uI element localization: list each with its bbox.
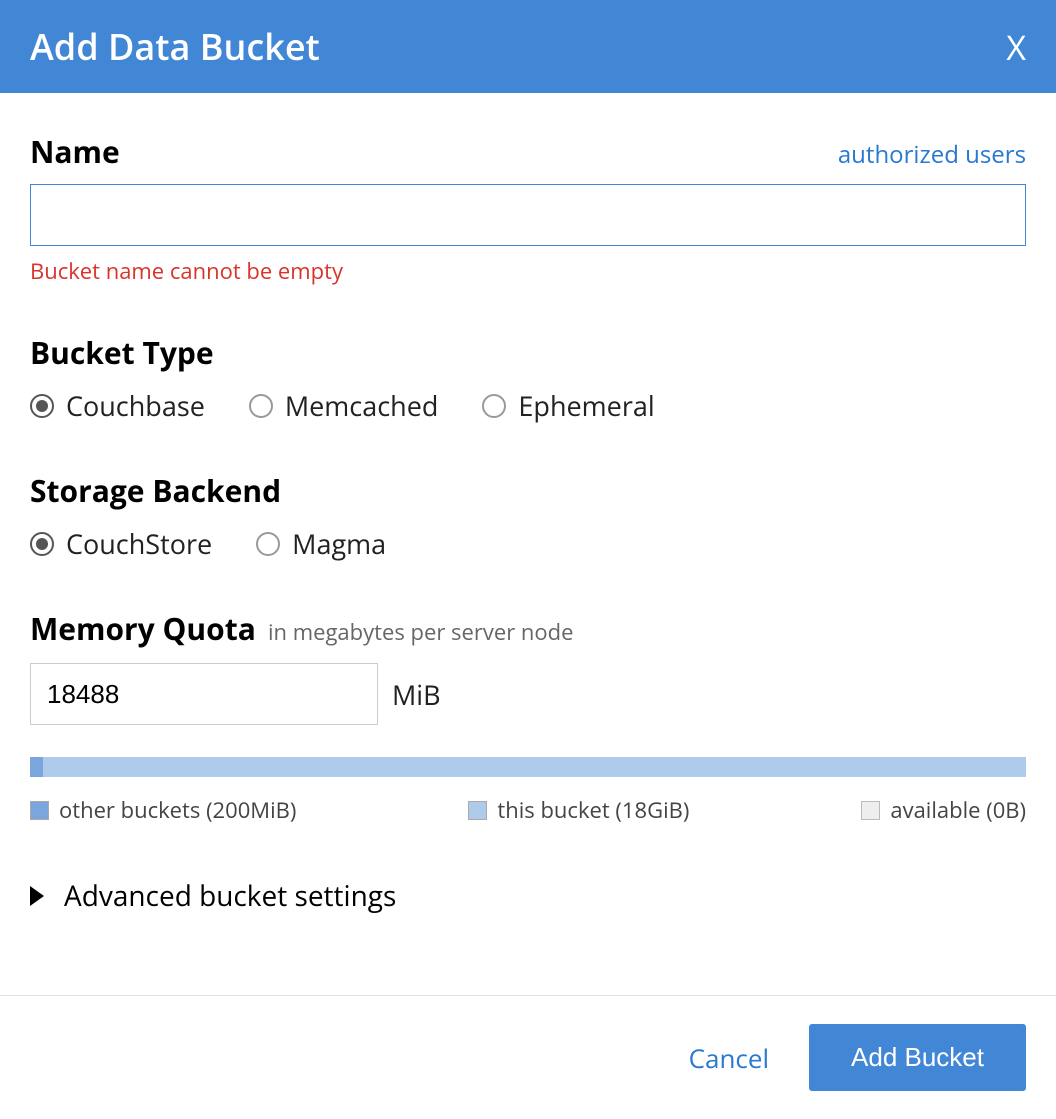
quota-segment-this [43, 757, 1026, 777]
memory-quota-bar [30, 757, 1026, 777]
radio-icon [30, 532, 54, 556]
legend-label: available (0B) [890, 795, 1026, 825]
memory-quota-input-row: MiB [30, 663, 1026, 725]
advanced-settings-toggle[interactable]: Advanced bucket settings [30, 877, 1026, 915]
memory-quota-input[interactable] [30, 663, 378, 725]
radio-label: Magma [292, 525, 386, 562]
radio-icon [249, 394, 273, 418]
legend-swatch-icon [861, 801, 880, 820]
radio-label: CouchStore [66, 525, 212, 562]
legend-label: this bucket (18GiB) [497, 795, 689, 825]
chevron-right-icon [30, 886, 44, 906]
bucket-type-radio-row: Couchbase Memcached Ephemeral [30, 387, 1026, 424]
memory-quota-label: Memory Quota [30, 608, 256, 649]
radio-magma[interactable]: Magma [256, 525, 386, 562]
legend-other-buckets: other buckets (200MiB) [30, 795, 296, 825]
dialog-body: Name authorized users Bucket name cannot… [0, 93, 1056, 945]
advanced-settings-label: Advanced bucket settings [64, 877, 396, 915]
name-error-text: Bucket name cannot be empty [30, 256, 1026, 286]
radio-label: Couchbase [66, 387, 205, 424]
name-label-row: Name authorized users [30, 131, 1026, 172]
radio-couchstore[interactable]: CouchStore [30, 525, 212, 562]
quota-segment-other [30, 757, 43, 777]
name-section: Name authorized users Bucket name cannot… [30, 131, 1026, 286]
add-bucket-button[interactable]: Add Bucket [809, 1024, 1026, 1091]
memory-quota-label-row: Memory Quota in megabytes per server nod… [30, 608, 1026, 649]
storage-backend-section: Storage Backend CouchStore Magma [30, 470, 1026, 562]
bucket-type-label: Bucket Type [30, 332, 1026, 373]
memory-quota-unit: MiB [392, 676, 441, 713]
radio-ephemeral[interactable]: Ephemeral [482, 387, 654, 424]
radio-couchbase[interactable]: Couchbase [30, 387, 205, 424]
radio-icon [482, 394, 506, 418]
bucket-type-section: Bucket Type Couchbase Memcached Ephemera… [30, 332, 1026, 424]
bucket-name-input[interactable] [30, 184, 1026, 246]
legend-swatch-icon [30, 801, 49, 820]
radio-memcached[interactable]: Memcached [249, 387, 439, 424]
dialog-footer: Cancel Add Bucket [0, 995, 1056, 1119]
name-label: Name [30, 131, 120, 172]
memory-quota-section: Memory Quota in megabytes per server nod… [30, 608, 1026, 825]
legend-swatch-icon [468, 801, 487, 820]
dialog-title: Add Data Bucket [30, 22, 320, 71]
memory-quota-hint: in megabytes per server node [268, 617, 573, 647]
storage-backend-radio-row: CouchStore Magma [30, 525, 1026, 562]
storage-backend-label: Storage Backend [30, 470, 1026, 511]
radio-icon [256, 532, 280, 556]
dialog-header: Add Data Bucket X [0, 0, 1056, 93]
radio-label: Ephemeral [518, 387, 654, 424]
radio-icon [30, 394, 54, 418]
authorized-users-link[interactable]: authorized users [838, 138, 1026, 171]
quota-legend-row: other buckets (200MiB) this bucket (18Gi… [30, 795, 1026, 825]
legend-available: available (0B) [861, 795, 1026, 825]
legend-this-bucket: this bucket (18GiB) [468, 795, 689, 825]
radio-label: Memcached [285, 387, 439, 424]
close-icon[interactable]: X [1006, 30, 1026, 64]
cancel-button[interactable]: Cancel [689, 1040, 769, 1076]
legend-label: other buckets (200MiB) [59, 795, 296, 825]
